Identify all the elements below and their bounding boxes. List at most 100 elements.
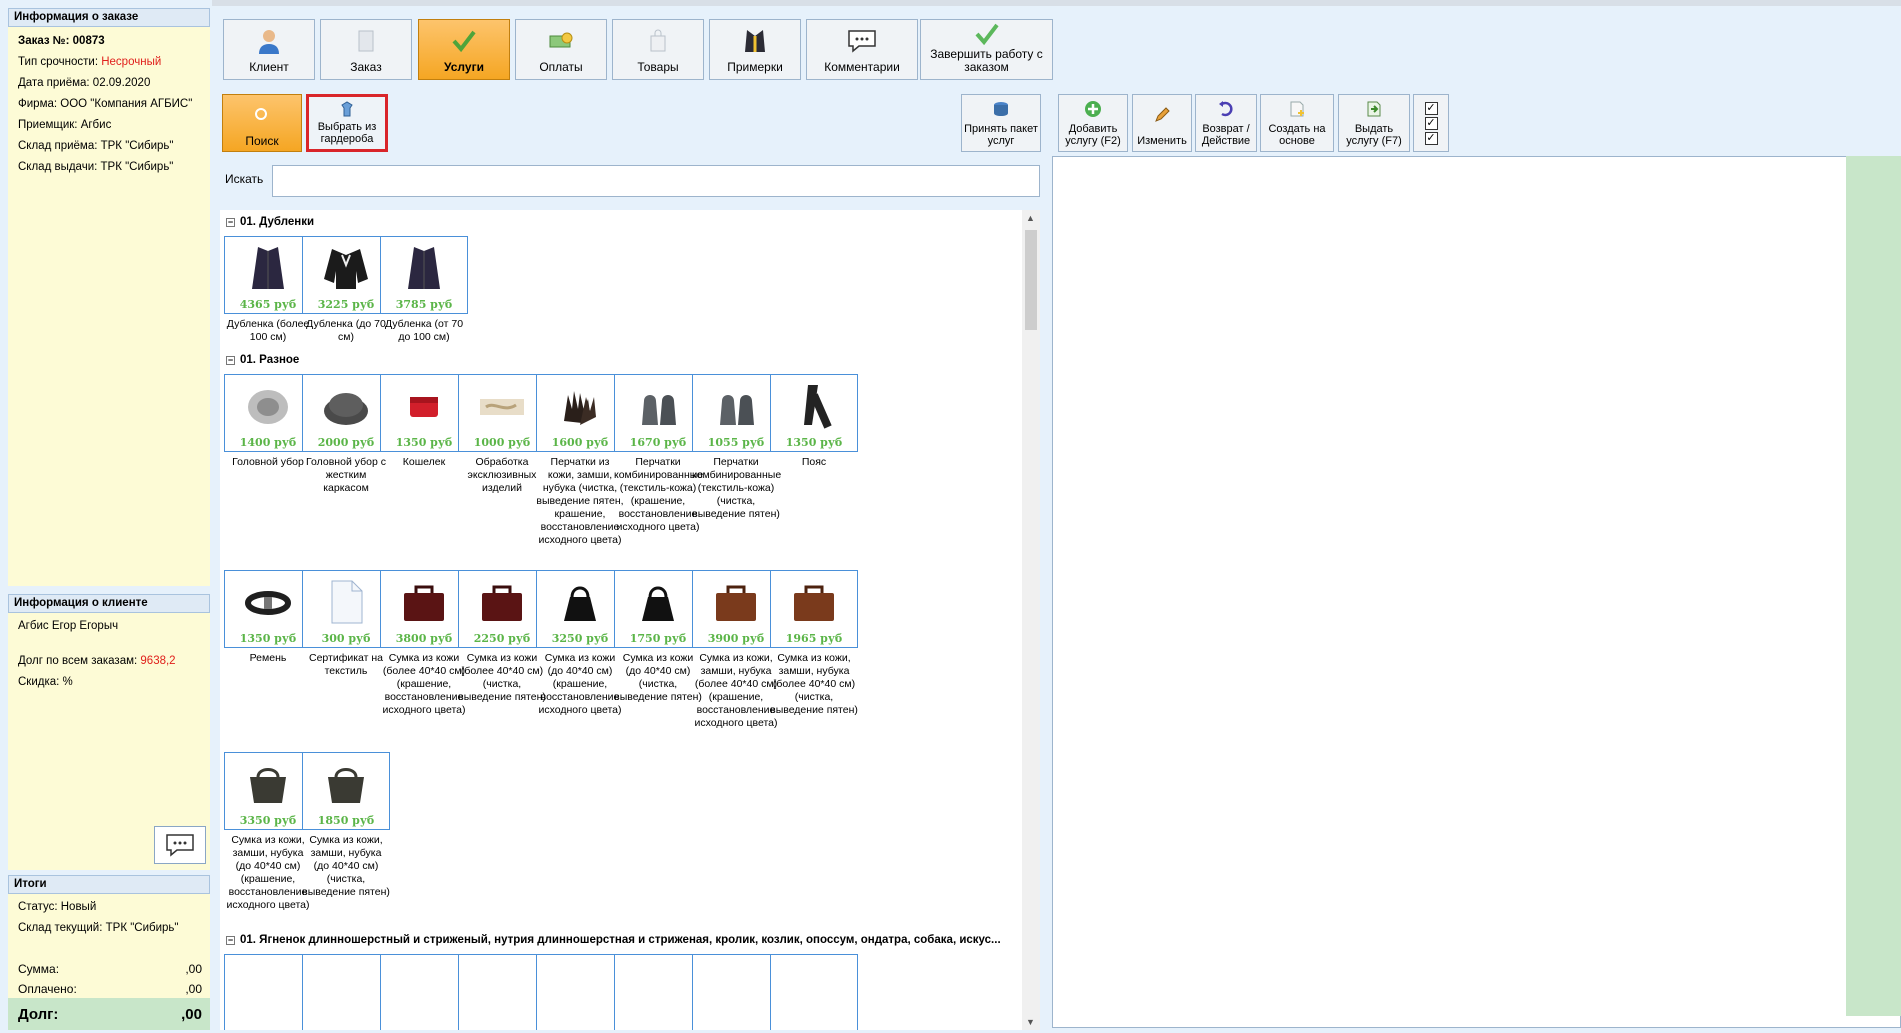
issue-service-button[interactable]: Выдать услугу (F7) bbox=[1338, 94, 1410, 152]
category-header[interactable]: −01. Дубленки bbox=[226, 216, 314, 228]
scroll-down-icon[interactable]: ▼ bbox=[1026, 1017, 1035, 1027]
service-tile[interactable]: 1350 руб Ремень bbox=[224, 570, 312, 665]
service-tile[interactable]: 1055 руб Перчатки комбинированные (тексти… bbox=[692, 374, 781, 521]
service-tile[interactable]: 1350 руб Пояс bbox=[770, 374, 858, 469]
document-icon bbox=[320, 577, 372, 630]
service-tile[interactable]: 1850 руб Сумка из кожи, замши, нубука (до… bbox=[302, 752, 390, 899]
service-tile[interactable] bbox=[224, 954, 312, 1030]
order-services-list bbox=[1052, 156, 1901, 1028]
service-tile[interactable] bbox=[302, 954, 390, 1030]
tab-client[interactable]: Клиент bbox=[223, 19, 315, 80]
toggle-checkbox-3[interactable]: ✓ bbox=[1424, 131, 1438, 145]
tab-order-label: Заказ bbox=[350, 60, 382, 74]
service-thumbnail: 1350 руб bbox=[380, 374, 468, 452]
service-thumbnail bbox=[458, 954, 546, 1030]
service-tile[interactable]: 1600 руб Перчатки из кожи, замши, нубука … bbox=[536, 374, 624, 547]
tab-fittings[interactable]: Примерки bbox=[709, 19, 801, 80]
tab-comments[interactable]: Комментарии bbox=[806, 19, 918, 80]
service-thumbnail: 2000 руб bbox=[302, 374, 390, 452]
user-icon bbox=[257, 20, 281, 61]
category-title: 01. Разное bbox=[240, 354, 300, 366]
service-tile[interactable]: 4365 руб Дубленка (более 100 см) bbox=[224, 236, 312, 344]
search-input[interactable] bbox=[272, 165, 1040, 197]
add-service-label: Добавить услугу (F2) bbox=[1065, 123, 1121, 147]
service-tile[interactable]: 1670 руб Перчатки комбинированные (тексти… bbox=[614, 374, 703, 534]
accept-package-button[interactable]: Принять пакет услуг bbox=[961, 94, 1041, 152]
debt-value: ,00 bbox=[181, 1005, 202, 1023]
category-header[interactable]: −01. Ягненок длинношерстный и стриженый,… bbox=[226, 934, 1001, 946]
collapse-icon[interactable]: − bbox=[226, 217, 235, 227]
service-tile[interactable]: 1350 руб Кошелек bbox=[380, 374, 468, 469]
coat-icon bbox=[242, 243, 294, 296]
tab-services-label: Услуги bbox=[444, 60, 484, 74]
edit-button[interactable]: Изменить bbox=[1132, 94, 1192, 152]
service-tile[interactable]: 1000 руб Обработка эксклюзивных изделий bbox=[458, 374, 546, 495]
service-label: Сумка из кожи (до 40*40 см) (чистка, выв… bbox=[614, 652, 702, 703]
service-thumbnail bbox=[302, 954, 390, 1030]
scroll-thumb[interactable] bbox=[1025, 230, 1037, 330]
service-tile[interactable] bbox=[536, 954, 624, 1030]
service-tile[interactable]: 3350 руб Сумка из кожи, замши, нубука (до… bbox=[224, 752, 312, 912]
client-info-panel: Информация о клиенте Агбис Егор Егорыч Д… bbox=[8, 594, 210, 870]
catalog-scrollbar[interactable]: ▲ ▼ bbox=[1022, 210, 1040, 1030]
service-thumbnail: 3900 руб bbox=[692, 570, 780, 648]
scroll-up-icon[interactable]: ▲ bbox=[1026, 213, 1035, 223]
client-comment-button[interactable] bbox=[154, 826, 206, 864]
search-label: Искать bbox=[225, 172, 264, 186]
issue-icon bbox=[1365, 95, 1383, 123]
sum-row: Сумма: ,00 bbox=[8, 959, 210, 979]
strap-icon bbox=[242, 577, 294, 630]
search-button[interactable]: Поиск bbox=[222, 94, 302, 152]
hat-icon bbox=[242, 381, 294, 434]
finish-order-button[interactable]: Завершить работу с заказом bbox=[920, 19, 1053, 80]
mittens-icon bbox=[632, 381, 684, 434]
fur-icon bbox=[476, 381, 528, 434]
service-tile[interactable]: 1400 руб Головной убор bbox=[224, 374, 312, 469]
service-tile[interactable] bbox=[770, 954, 858, 1030]
service-label: Обработка эксклюзивных изделий bbox=[467, 456, 537, 494]
service-price: 1750 руб bbox=[629, 632, 687, 645]
collapse-icon[interactable]: − bbox=[226, 935, 235, 945]
tab-order[interactable]: Заказ bbox=[320, 19, 412, 80]
urgency-row: Тип срочности: Несрочный bbox=[8, 52, 210, 73]
service-tile[interactable]: 3225 руб Дубленка (до 70 см) bbox=[302, 236, 390, 344]
package-icon bbox=[992, 95, 1010, 123]
service-tile[interactable]: 2250 руб Сумка из кожи (более 40*40 см) (… bbox=[458, 570, 546, 704]
debt-label: Долг: bbox=[18, 1005, 59, 1023]
service-label: Сумка из кожи, замши, нубука (более 40*4… bbox=[694, 652, 778, 729]
wardrobe-button[interactable]: Выбрать из гардероба bbox=[306, 94, 388, 152]
category-header[interactable]: −01. Разное bbox=[226, 354, 299, 366]
service-tile[interactable]: 3900 руб Сумка из кожи, замши, нубука (бо… bbox=[692, 570, 780, 730]
collapse-icon[interactable]: − bbox=[226, 355, 235, 365]
service-thumbnail: 3225 руб bbox=[302, 236, 390, 314]
create-based-button[interactable]: Создать на основе bbox=[1260, 94, 1334, 152]
service-tile[interactable] bbox=[614, 954, 702, 1030]
wardrobe-icon bbox=[338, 97, 356, 121]
service-thumbnail: 1350 руб bbox=[224, 570, 312, 648]
service-tile[interactable]: 3250 руб Сумка из кожи (до 40*40 см) (кра… bbox=[536, 570, 624, 717]
add-service-button[interactable]: Добавить услугу (F2) bbox=[1058, 94, 1128, 152]
service-label: Сертификат на текстиль bbox=[308, 652, 383, 677]
service-tile[interactable]: 300 руб Сертификат на текстиль bbox=[302, 570, 390, 678]
service-tile[interactable] bbox=[692, 954, 780, 1030]
left-panel: Информация о заказе Заказ №: 00873 Тип с… bbox=[0, 0, 212, 1033]
service-tile[interactable]: 3785 руб Дубленка (от 70 до 100 см) bbox=[380, 236, 468, 344]
speech-bubble-icon bbox=[166, 834, 194, 857]
service-tile[interactable]: 3800 руб Сумка из кожи (более 40*40 см) (… bbox=[380, 570, 468, 717]
service-tile[interactable] bbox=[458, 954, 546, 1030]
tab-goods[interactable]: Товары bbox=[612, 19, 704, 80]
return-action-button[interactable]: Возврат / Действие bbox=[1195, 94, 1257, 152]
service-tile[interactable] bbox=[380, 954, 468, 1030]
service-tile[interactable]: 1965 руб Сумка из кожи, замши, нубука (бо… bbox=[770, 570, 858, 717]
service-thumbnail: 3350 руб bbox=[224, 752, 312, 830]
toggle-checkbox-2[interactable]: ✓ bbox=[1424, 116, 1438, 130]
tab-comments-label: Комментарии bbox=[824, 60, 900, 74]
client-debt-label: Долг по всем заказам: bbox=[18, 655, 138, 667]
tab-payments[interactable]: Оплаты bbox=[515, 19, 607, 80]
service-tile[interactable]: 1750 руб Сумка из кожи (до 40*40 см) (чис… bbox=[614, 570, 702, 704]
plus-icon bbox=[1084, 95, 1102, 123]
toggle-checkbox-1[interactable]: ✓ bbox=[1424, 101, 1438, 115]
tab-services[interactable]: Услуги bbox=[418, 19, 510, 80]
service-tile[interactable]: 2000 руб Головной убор с жестким каркасом bbox=[302, 374, 390, 495]
order-number: Заказ №: 00873 bbox=[18, 35, 105, 47]
